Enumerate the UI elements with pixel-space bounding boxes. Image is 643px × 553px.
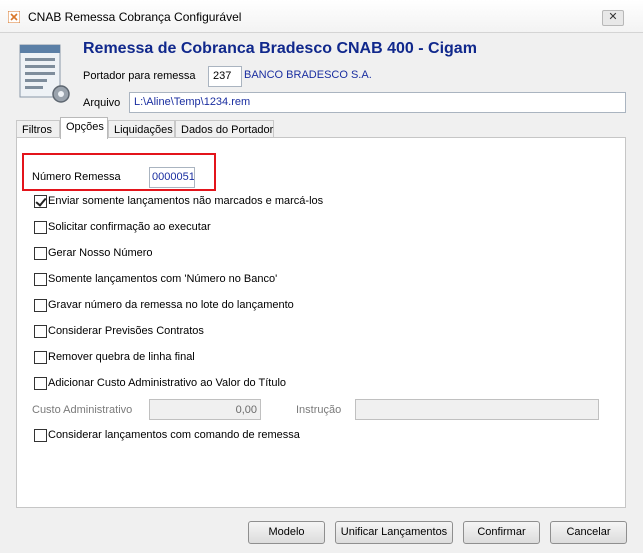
app-icon bbox=[8, 11, 20, 23]
checkbox-label: Considerar lançamentos com comando de re… bbox=[48, 429, 300, 441]
modelo-button[interactable]: Modelo bbox=[248, 521, 325, 544]
window-title: CNAB Remessa Cobrança Configurável bbox=[28, 10, 242, 24]
checkbox-label: Considerar Previsões Contratos bbox=[48, 325, 204, 337]
close-button[interactable]: ✕ bbox=[602, 10, 624, 26]
checkbox-label: Gravar número da remessa no lote do lanç… bbox=[48, 299, 294, 311]
custo-field[interactable]: 0,00 bbox=[149, 399, 261, 420]
cancelar-button[interactable]: Cancelar bbox=[550, 521, 627, 544]
checkbox[interactable] bbox=[34, 351, 47, 364]
checkbox[interactable] bbox=[34, 273, 47, 286]
highlight-box bbox=[22, 153, 216, 191]
tab-filtros[interactable]: Filtros bbox=[16, 120, 60, 137]
tab-label: Liquidações bbox=[114, 124, 173, 136]
arquivo-field[interactable]: L:\Aline\Temp\1234.rem bbox=[129, 92, 626, 113]
title-bar: CNAB Remessa Cobrança Configurável ✕ bbox=[0, 0, 643, 33]
close-icon: ✕ bbox=[608, 11, 618, 23]
checkbox[interactable] bbox=[34, 221, 47, 234]
checkbox-label: Remover quebra de linha final bbox=[48, 351, 195, 363]
arquivo-label: Arquivo bbox=[83, 97, 121, 109]
checkbox-label: Enviar somente lançamentos não marcados … bbox=[48, 195, 324, 207]
instrucao-field[interactable] bbox=[355, 399, 599, 420]
checkbox-label: Solicitar confirmação ao executar bbox=[48, 221, 211, 233]
portador-code-field[interactable]: 237 bbox=[208, 66, 242, 87]
portador-name: BANCO BRADESCO S.A. bbox=[244, 69, 372, 81]
tab-label: Opções bbox=[66, 121, 104, 133]
checkbox-label: Gerar Nosso Número bbox=[48, 247, 153, 259]
checkbox-label: Somente lançamentos com 'Número no Banco… bbox=[48, 273, 278, 285]
checkbox[interactable] bbox=[34, 195, 47, 208]
tab-label: Filtros bbox=[22, 124, 52, 136]
checkbox-label: Adicionar Custo Administrativo ao Valor … bbox=[48, 377, 287, 389]
tab-label: Dados do Portador bbox=[181, 124, 274, 136]
checkbox[interactable] bbox=[34, 377, 47, 390]
options-panel bbox=[16, 137, 626, 508]
portador-label: Portador para remessa bbox=[83, 70, 196, 82]
checkbox[interactable] bbox=[34, 429, 47, 442]
unificar-button[interactable]: Unificar Lançamentos bbox=[335, 521, 453, 544]
page-title: Remessa de Cobranca Bradesco CNAB 400 - … bbox=[83, 40, 477, 57]
document-settings-icon bbox=[19, 44, 70, 103]
tab-liquidacoes[interactable]: Liquidações bbox=[108, 120, 175, 137]
tab-dados-portador[interactable]: Dados do Portador bbox=[175, 120, 274, 137]
checkbox[interactable] bbox=[34, 299, 47, 312]
custo-label: Custo Administrativo bbox=[32, 404, 133, 416]
instrucao-label: Instrução bbox=[296, 404, 342, 416]
checkbox[interactable] bbox=[34, 247, 47, 260]
tab-opcoes[interactable]: Opções bbox=[60, 117, 108, 139]
confirmar-button[interactable]: Confirmar bbox=[463, 521, 540, 544]
checkbox[interactable] bbox=[34, 325, 47, 338]
